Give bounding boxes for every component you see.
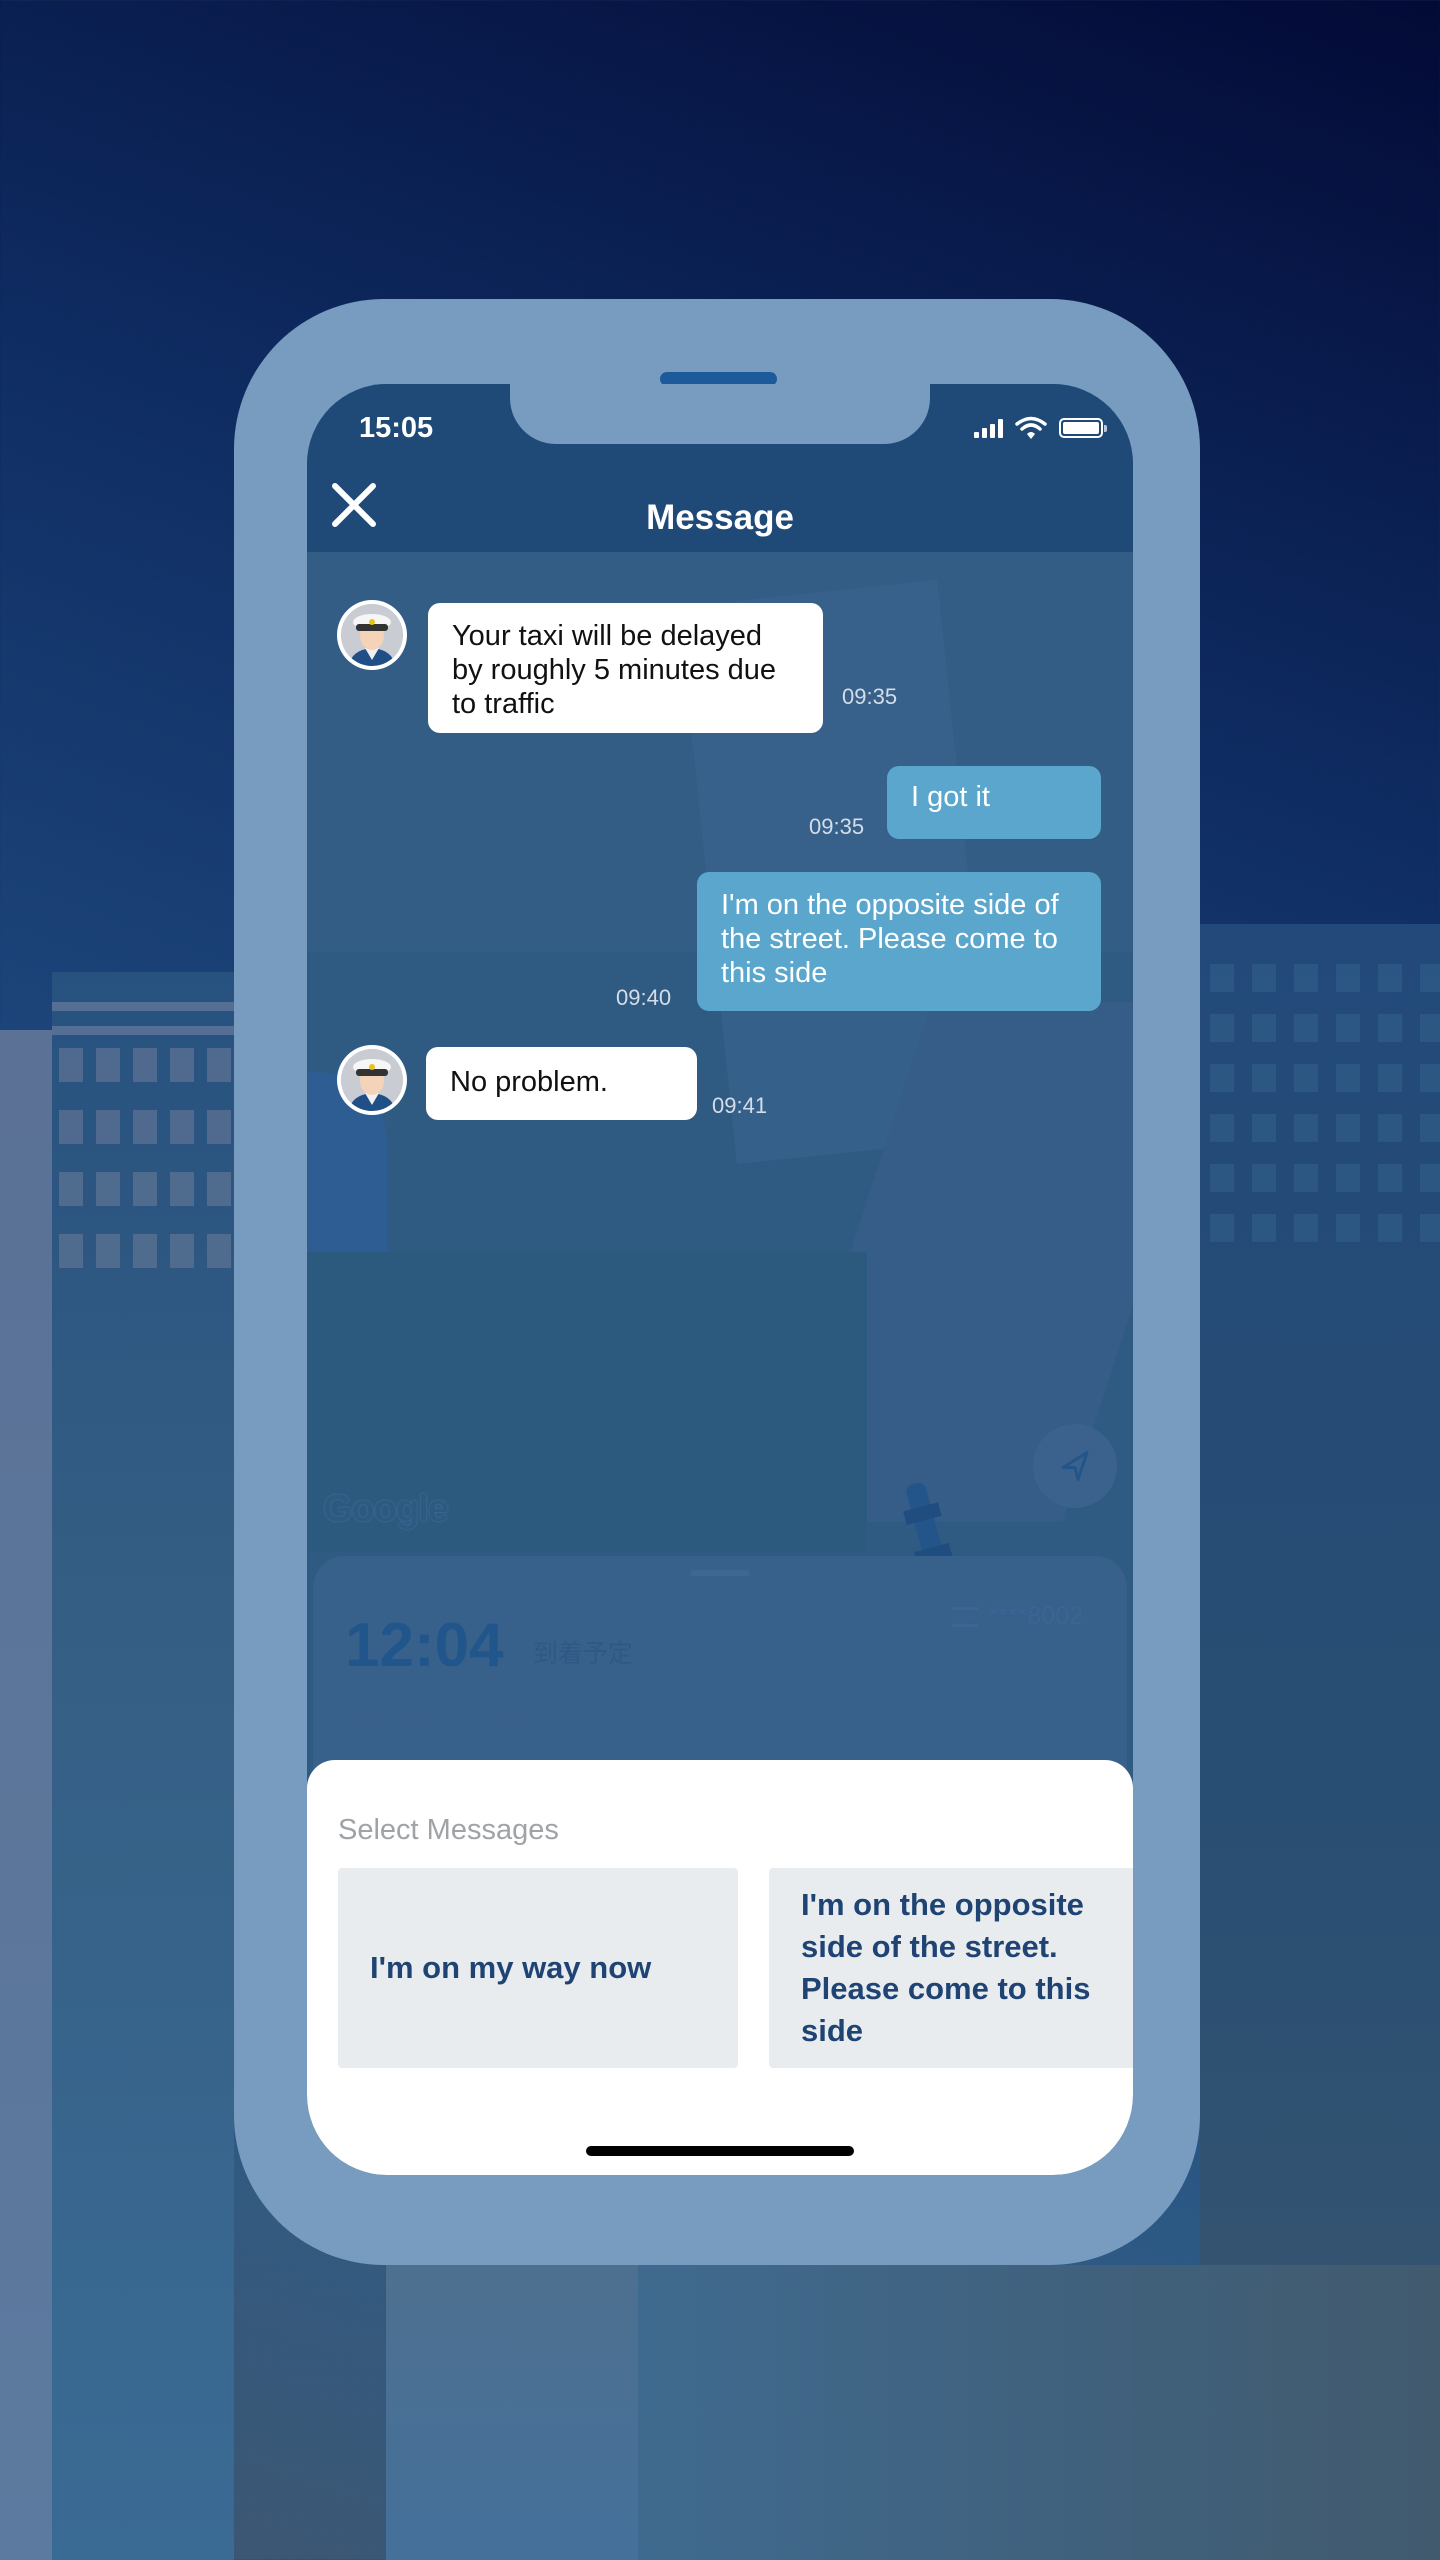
battery-icon	[1059, 418, 1107, 438]
driver-avatar	[337, 600, 407, 670]
payment-card: VISA ****8002	[952, 1602, 1083, 1631]
building-window	[1378, 964, 1402, 992]
phone-screen: Google 12:04 到着予定 乗車地にてお待ちください VISA ****…	[307, 384, 1133, 2175]
building-window	[1294, 1164, 1318, 1192]
building-window	[1378, 1114, 1402, 1142]
building-window	[1378, 1214, 1402, 1242]
building-window	[1420, 1164, 1440, 1192]
status-icons	[974, 416, 1107, 440]
building-window	[1420, 1064, 1440, 1092]
building-window	[1252, 1214, 1276, 1242]
message-time: 09:41	[712, 1093, 768, 1118]
driver-avatar	[337, 1045, 407, 1115]
building-window	[59, 1234, 83, 1268]
building-window	[96, 1048, 120, 1082]
building-window	[1210, 1114, 1234, 1142]
building-window	[133, 1048, 157, 1082]
building-window	[170, 1110, 194, 1144]
building-window	[170, 1234, 194, 1268]
building-window	[1294, 1014, 1318, 1042]
building-window	[207, 1234, 231, 1268]
signal-icon	[974, 418, 1003, 438]
building-window	[1294, 1214, 1318, 1242]
building-window	[1252, 1164, 1276, 1192]
building-window	[170, 1048, 194, 1082]
eta-time: 12:04	[345, 1611, 504, 1680]
building-window	[96, 1234, 120, 1268]
building-window	[59, 1172, 83, 1206]
message-time: 09:40	[616, 985, 672, 1010]
driver-avatar-icon	[341, 604, 403, 666]
building-window	[1420, 964, 1440, 992]
eta-label: 到着予定	[533, 1640, 634, 1668]
building-window	[59, 1048, 83, 1082]
building-window	[1336, 1214, 1360, 1242]
building-window	[1336, 1114, 1360, 1142]
building-window	[1210, 1214, 1234, 1242]
building-window	[59, 1110, 83, 1144]
building-window	[1336, 1014, 1360, 1042]
navigation-arrow-icon	[1061, 1451, 1089, 1481]
building-window	[96, 1172, 120, 1206]
message-bubble-outgoing: I got it	[887, 766, 1101, 839]
building-window	[1420, 1214, 1440, 1242]
page-title: Message	[646, 498, 794, 537]
phone-notch	[510, 384, 930, 444]
building-window	[1336, 1064, 1360, 1092]
building-window	[1210, 1164, 1234, 1192]
building-window	[1378, 1014, 1402, 1042]
building-window	[133, 1110, 157, 1144]
building-window	[1294, 1114, 1318, 1142]
building-window	[133, 1172, 157, 1206]
building-window	[1210, 1014, 1234, 1042]
building-window	[1378, 1064, 1402, 1092]
visa-card-icon: VISA	[952, 1606, 979, 1627]
quick-reply-sheet: Select Messages I'm on my way now I'm on…	[307, 1760, 1133, 2175]
building-window	[1420, 1114, 1440, 1142]
building-window	[207, 1110, 231, 1144]
background-building	[638, 2265, 1440, 2560]
background-building	[386, 2265, 638, 2560]
quick-reply-option[interactable]: I'm on the opposite side of the street. …	[769, 1868, 1133, 2068]
google-attribution: Google	[323, 1488, 449, 1530]
building-window	[1210, 964, 1234, 992]
building-window	[1378, 1164, 1402, 1192]
building-window	[1294, 964, 1318, 992]
background-building	[52, 972, 234, 2560]
quick-reply-option[interactable]: I'm on my way now	[338, 1868, 738, 2068]
home-indicator[interactable]	[586, 2146, 854, 2156]
ride-status: 乗車地にてお待ちください	[345, 1702, 645, 1730]
building-window	[207, 1172, 231, 1206]
status-time: 15:05	[359, 412, 434, 444]
card-number: ****8002	[988, 1602, 1083, 1630]
building-window	[1252, 1114, 1276, 1142]
quick-reply-label: Select Messages	[338, 1814, 559, 1846]
driver-avatar-icon	[341, 1049, 403, 1111]
building-window	[207, 1048, 231, 1082]
building-window	[1252, 1064, 1276, 1092]
locate-button[interactable]	[1033, 1424, 1117, 1508]
building-window	[133, 1234, 157, 1268]
message-bubble-outgoing: I'm on the opposite side of the street. …	[697, 872, 1101, 1011]
message-time: 09:35	[809, 814, 865, 839]
building-window	[1336, 964, 1360, 992]
drag-handle[interactable]	[690, 1570, 750, 1576]
building-window	[1252, 964, 1276, 992]
message-bubble-incoming: No problem.	[426, 1047, 697, 1120]
building-window	[1336, 1164, 1360, 1192]
building-window	[1252, 1014, 1276, 1042]
building-window	[1420, 1014, 1440, 1042]
app-header: 15:05 Message	[307, 384, 1133, 552]
background-building	[0, 1030, 52, 2560]
wifi-icon	[1015, 416, 1047, 439]
message-time: 09:35	[842, 684, 898, 709]
building-window	[96, 1110, 120, 1144]
building-window	[1294, 1064, 1318, 1092]
building-window	[1210, 1064, 1234, 1092]
building-window	[170, 1172, 194, 1206]
message-bubble-incoming: Your taxi will be delayed by roughly 5 m…	[428, 603, 823, 733]
